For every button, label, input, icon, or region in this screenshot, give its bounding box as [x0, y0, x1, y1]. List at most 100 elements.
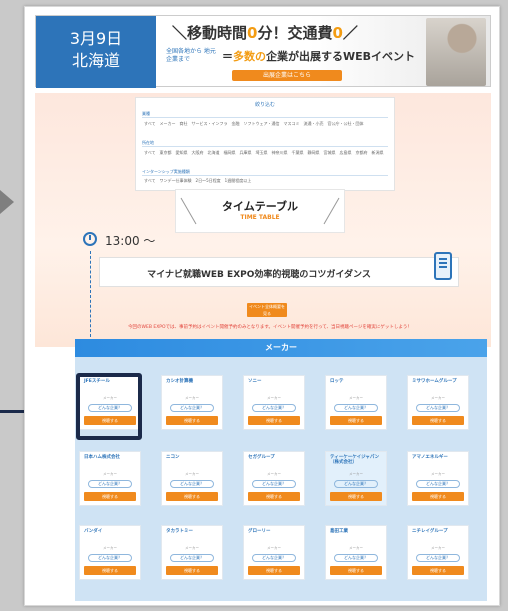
divider: [142, 175, 388, 176]
watch-button[interactable]: 視聴する: [412, 492, 464, 501]
company-card: セガグループ メーカー どんな企業？ 視聴する: [243, 451, 305, 506]
event-overview-button[interactable]: イベント全体概要を 見る: [247, 303, 287, 317]
company-info-button[interactable]: どんな企業？: [416, 480, 460, 488]
presentation-slide: 3月9日 北海道 ＼移動時間0分！交通費0／ 全国各地から 地元企業まで ＝多数…: [0, 0, 508, 611]
company-name[interactable]: ロッテ: [326, 376, 386, 390]
company-info-button[interactable]: どんな企業？: [252, 480, 296, 488]
industry-label: メーカー: [185, 546, 199, 550]
left-arrow-icon: [0, 190, 14, 214]
filter-checkboxes[interactable]: すべて ワンデー仕事体験 2日〜5日程度 1週間程度以上: [144, 178, 251, 184]
company-info-button[interactable]: どんな企業？: [252, 404, 296, 412]
company-name[interactable]: グローリー: [244, 526, 304, 540]
filter-checkboxes[interactable]: すべて 東京都 愛知県 大阪府 北海道 福岡県 兵庫県 埼玉県 神奈川県 千葉県…: [144, 149, 388, 157]
industry-label: メーカー: [349, 396, 363, 400]
clock-icon: [83, 232, 97, 246]
company-name[interactable]: セガグループ: [244, 452, 304, 466]
event-banner[interactable]: 3月9日 北海道 ＼移動時間0分！交通費0／ 全国各地から 地元企業まで ＝多数…: [35, 15, 491, 88]
company-info-button[interactable]: どんな企業？: [334, 554, 378, 562]
watch-button[interactable]: 視聴する: [330, 492, 382, 501]
company-name[interactable]: カシオ計算機: [162, 376, 222, 390]
divider: [142, 146, 388, 147]
company-info-button[interactable]: どんな企業？: [170, 554, 214, 562]
watch-button[interactable]: 視聴する: [166, 566, 218, 575]
watch-button[interactable]: 視聴する: [412, 566, 464, 575]
industry-label: メーカー: [431, 472, 445, 476]
banner-subheadline: ＝多数の企業が出展するWEBイベント: [222, 48, 415, 64]
smartphone-icon: [434, 252, 452, 280]
company-info-button[interactable]: どんな企業？: [88, 480, 132, 488]
company-card: ミサワホームグループメーカーどんな企業？ 視聴する: [407, 375, 469, 430]
company-card: ソニーメーカーどんな企業？ 視聴する: [243, 375, 305, 430]
watch-button[interactable]: 視聴する: [84, 566, 136, 575]
company-card: 日本ハム株式会社 メーカー どんな企業？ 視聴する: [79, 451, 141, 506]
watch-button[interactable]: 視聴する: [166, 492, 218, 501]
company-name[interactable]: タカラトミー: [162, 526, 222, 540]
company-card: バンダイメーカーどんな企業？ 視聴する: [79, 525, 141, 580]
company-info-button[interactable]: どんな企業？: [416, 404, 460, 412]
company-name[interactable]: ミサワホームグループ: [408, 376, 468, 390]
callout-highlight-box: [76, 373, 142, 440]
watch-button[interactable]: 視聴する: [330, 566, 382, 575]
industry-label: メーカー: [349, 546, 363, 550]
industry-label: メーカー: [267, 546, 281, 550]
company-name[interactable]: アマノエネルギー: [408, 452, 468, 466]
banner-headline: ＼移動時間0分！交通費0／: [172, 22, 358, 43]
industry-label: メーカー: [431, 396, 445, 400]
filter-checkboxes[interactable]: すべて メーカー 商社 サービス・インフラ 金融 ソフトウェア・通信 マスコミ …: [144, 120, 388, 128]
company-name[interactable]: ティーケーケイジャパン（株式会社）: [326, 452, 386, 466]
event-date: 3月9日: [69, 29, 123, 48]
company-card: ニチレイグループメーカーどんな企業？ 視聴する: [407, 525, 469, 580]
company-card: 島田工業メーカーどんな企業？ 視聴する: [325, 525, 387, 580]
company-info-button[interactable]: どんな企業？: [416, 554, 460, 562]
watch-button[interactable]: 視聴する: [166, 416, 218, 425]
headline-part: ／: [342, 24, 358, 42]
company-info-button[interactable]: どんな企業？: [334, 404, 378, 412]
company-info-button[interactable]: どんな企業？: [252, 554, 296, 562]
company-info-button[interactable]: どんな企業？: [170, 480, 214, 488]
company-info-button[interactable]: どんな企業？: [334, 480, 378, 488]
company-info-button[interactable]: どんな企業？: [88, 554, 132, 562]
company-card: タカラトミーメーカーどんな企業？ 視聴する: [161, 525, 223, 580]
timetable-header: タイムテーブル TIME TABLE: [175, 189, 345, 233]
session-title: マイナビ就職WEB EXPO効率的視聴のコツガイダンス: [147, 270, 371, 280]
company-name[interactable]: ニチレイグループ: [408, 526, 468, 540]
sub-part: 企業が出展するWEBイベント: [266, 50, 416, 63]
company-card: ティーケーケイジャパン（株式会社） メーカーどんな企業？ 視聴する: [325, 451, 387, 506]
company-name[interactable]: 島田工業: [326, 526, 386, 540]
makers-heading: メーカー: [75, 339, 487, 357]
sub-part: ＝: [222, 50, 233, 63]
banner-photo: [426, 18, 486, 86]
company-card: ニコン メーカー どんな企業？ 視聴する: [161, 451, 223, 506]
watch-button[interactable]: 視聴する: [412, 416, 464, 425]
session-card[interactable]: マイナビ就職WEB EXPO効率的視聴のコツガイダンス: [99, 252, 459, 287]
company-info-button[interactable]: どんな企業？: [170, 404, 214, 412]
filter-title: 絞り込む: [254, 102, 275, 108]
sub-accent: 多数の: [233, 50, 266, 63]
banner-small-text: 全国各地から 地元企業まで: [166, 48, 216, 63]
industry-label: メーカー: [349, 472, 363, 476]
date-region-box: 3月9日 北海道: [36, 16, 156, 88]
company-card: カシオ計算機 メーカー どんな企業？ 視聴する: [161, 375, 223, 430]
event-region: 北海道: [71, 51, 120, 70]
company-name[interactable]: バンダイ: [80, 526, 140, 540]
timetable-title: タイムテーブル: [221, 200, 299, 213]
company-name[interactable]: ニコン: [162, 452, 222, 466]
session-time: 13:00 〜: [105, 234, 156, 248]
watch-button[interactable]: 視聴する: [84, 492, 136, 501]
watch-button[interactable]: 視聴する: [248, 416, 300, 425]
banner-main: ＼移動時間0分！交通費0／ 全国各地から 地元企業まで ＝多数の企業が出展するW…: [156, 16, 490, 86]
industry-label: メーカー: [431, 546, 445, 550]
industry-label: メーカー: [267, 396, 281, 400]
watch-button[interactable]: 視聴する: [248, 492, 300, 501]
divider: [142, 117, 388, 118]
event-page-screenshot: 3月9日 北海道 ＼移動時間0分！交通費0／ 全国各地から 地元企業まで ＝多数…: [24, 6, 500, 606]
filter-panel: 絞り込む 業種 すべて メーカー 商社 サービス・インフラ 金融 ソフトウェア・…: [135, 97, 395, 191]
watch-button[interactable]: 視聴する: [330, 416, 382, 425]
session-note: 今回のWEB EXPOでは、事前予約はイベント開催予約のみとなります。イベント開…: [128, 325, 412, 330]
industry-label: メーカー: [103, 546, 117, 550]
headline-part: 分！交通費: [257, 24, 333, 42]
company-name[interactable]: ソニー: [244, 376, 304, 390]
watch-button[interactable]: 視聴する: [248, 566, 300, 575]
exhibitors-button[interactable]: 出展企業はこちら: [232, 70, 342, 81]
company-name[interactable]: 日本ハム株式会社: [80, 452, 140, 466]
